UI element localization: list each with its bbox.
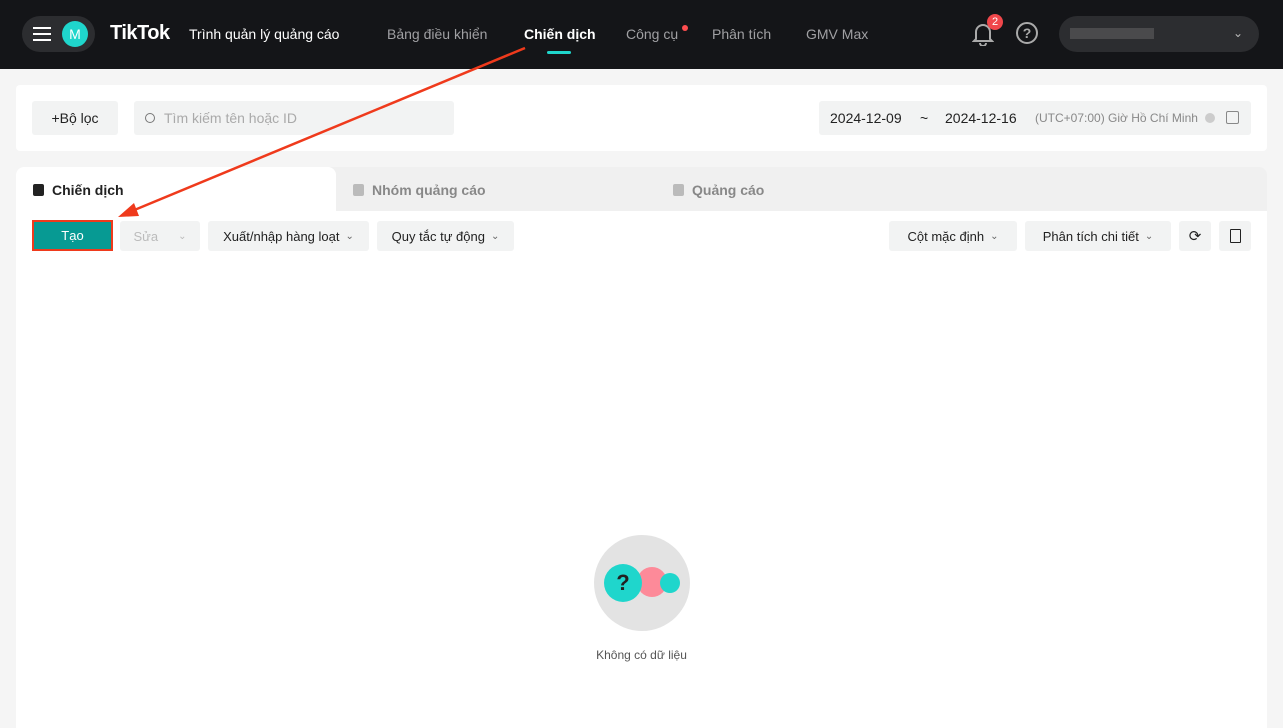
account-name-redacted: [1070, 28, 1154, 39]
chevron-down-icon: ⌄: [1144, 230, 1154, 242]
menu-button[interactable]: M: [22, 16, 95, 52]
tab-label: Chiến dịch: [52, 181, 124, 198]
chevron-down-icon: ⌄: [490, 230, 500, 242]
date-start[interactable]: 2024-12-09: [830, 101, 902, 135]
tab-label: Nhóm quảng cáo: [372, 181, 486, 198]
breakdown-button[interactable]: Phân tích chi tiết ⌄: [1025, 221, 1171, 251]
nav-gmv-max[interactable]: GMV Max: [806, 26, 868, 42]
breakdown-label: Phân tích chi tiết: [1042, 228, 1139, 244]
date-separator: ~: [920, 110, 929, 126]
nav-campaign[interactable]: Chiến dịch: [524, 26, 596, 42]
search-icon: [145, 113, 155, 123]
ad-group-icon: [353, 183, 364, 196]
tiktok-logo[interactable]: TikTok: [110, 22, 170, 45]
bulk-label: Xuất/nhập hàng loạt: [223, 228, 340, 244]
empty-illustration: ?: [594, 535, 690, 631]
timezone: (UTC+07:00) Giờ Hồ Chí Minh: [1035, 111, 1198, 125]
chevron-down-icon: ⌄: [1232, 26, 1243, 40]
active-nav-indicator: [547, 51, 571, 54]
columns-button[interactable]: Cột mặc định ⌄: [889, 221, 1017, 251]
notification-badge: 2: [987, 14, 1003, 30]
tools-dot: [682, 25, 688, 31]
search-input[interactable]: Tìm kiếm tên hoặc ID: [134, 101, 454, 135]
chevron-down-icon: ⌄: [178, 230, 187, 242]
chevron-down-icon: ⌄: [990, 230, 999, 242]
nav-analytics[interactable]: Phân tích: [712, 26, 771, 42]
rules-label: Quy tắc tự động: [391, 228, 485, 244]
help-icon[interactable]: ?: [1016, 22, 1038, 44]
ad-icon: [673, 183, 684, 196]
download-file-icon: [1229, 229, 1241, 243]
edit-button[interactable]: Sửa ⌄: [120, 221, 200, 251]
tab-campaign[interactable]: Chiến dịch: [16, 167, 336, 212]
tab-ad[interactable]: Quảng cáo: [673, 167, 764, 212]
bulk-import-export-button[interactable]: Xuất/nhập hàng loạt ⌄: [208, 221, 369, 251]
auto-rules-button[interactable]: Quy tắc tự động ⌄: [377, 221, 514, 251]
refresh-icon: ⟳: [1188, 228, 1202, 245]
refresh-button[interactable]: ⟳: [1179, 221, 1211, 251]
hamburger-icon: [33, 27, 51, 41]
edit-label: Sửa: [133, 228, 159, 244]
chevron-down-icon: ⌄: [345, 230, 354, 242]
date-range-picker[interactable]: 2024-12-09 ~ 2024-12-16 (UTC+07:00) Giờ …: [819, 101, 1251, 135]
nav-tools[interactable]: Công cụ: [626, 26, 678, 42]
search-placeholder: Tìm kiếm tên hoặc ID: [164, 110, 298, 126]
info-icon: [1205, 113, 1215, 123]
nav-dashboard[interactable]: Bảng điều khiển: [387, 26, 487, 42]
columns-label: Cột mặc định: [907, 228, 985, 244]
product-name: Trình quản lý quảng cáo: [189, 26, 340, 42]
avatar: M: [62, 21, 88, 47]
export-button[interactable]: [1219, 221, 1251, 251]
tab-ad-group[interactable]: Nhóm quảng cáo: [353, 167, 486, 212]
account-selector[interactable]: ⌄: [1059, 16, 1259, 52]
create-button[interactable]: Tạo: [32, 220, 113, 251]
folder-icon: [33, 183, 44, 196]
level-tabs: Chiến dịch Nhóm quảng cáo Quảng cáo: [16, 167, 1267, 212]
top-bar: M TikTok Trình quản lý quảng cáo Bảng đi…: [0, 0, 1283, 69]
date-end[interactable]: 2024-12-16: [945, 101, 1017, 135]
add-filter-button[interactable]: +Bộ lọc: [32, 101, 118, 135]
empty-state-text: Không có dữ liệu: [596, 648, 687, 662]
calendar-icon[interactable]: [1226, 111, 1239, 124]
tab-label: Quảng cáo: [692, 181, 765, 198]
